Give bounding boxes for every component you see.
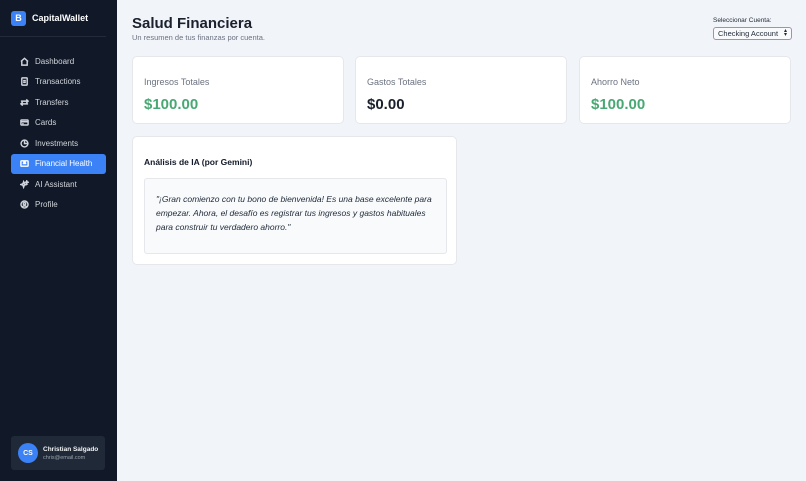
- stat-value: $100.00: [144, 96, 199, 113]
- sidebar-item-label: Investments: [35, 138, 79, 148]
- sidebar-item-financial-health[interactable]: Financial Health: [11, 153, 106, 174]
- stat-value: $100.00: [591, 96, 646, 113]
- brand-name: CapitalWallet: [32, 13, 89, 23]
- sidebar-item-transfers[interactable]: Transfers: [11, 92, 106, 112]
- stat-card-income: Ingresos Totales $100.00: [132, 56, 344, 124]
- account-select-value: Checking Account: [718, 29, 779, 38]
- user-info: Christian Salgado chris@email.com: [43, 446, 98, 461]
- stat-label: Ahorro Neto: [591, 77, 640, 87]
- sidebar-item-label: Cards: [35, 118, 57, 127]
- sidebar-item-label: Transactions: [35, 77, 81, 86]
- sparkles-icon: [19, 179, 29, 189]
- page-subtitle: Un resumen de tus finanzas por cuenta.: [132, 33, 265, 42]
- stat-value: $0.00: [367, 96, 405, 113]
- stat-card-net-savings: Ahorro Neto $100.00: [579, 56, 791, 124]
- user-name: Christian Salgado: [43, 445, 99, 453]
- sidebar-item-label: Financial Health: [35, 159, 93, 168]
- sidebar-nav: Dashboard Transactions Transfers Cards I…: [0, 51, 117, 215]
- brand[interactable]: B CapitalWallet: [0, 0, 106, 37]
- document-icon: [19, 77, 29, 87]
- stat-card-expenses: Gastos Totales $0.00: [355, 56, 567, 124]
- home-icon: [19, 56, 29, 66]
- sidebar-item-label: Transfers: [35, 97, 69, 107]
- sidebar-item-label: Profile: [35, 200, 58, 209]
- stat-label: Ingresos Totales: [144, 77, 210, 87]
- account-select[interactable]: Checking Account ▴ ▾: [713, 27, 792, 40]
- monitor-icon: [19, 159, 29, 169]
- main-content: Salud Financiera Un resumen de tus finan…: [117, 0, 806, 481]
- sidebar-item-label: AI Assistant: [35, 179, 77, 189]
- stat-label: Gastos Totales: [367, 77, 427, 87]
- ai-analysis-title: Análisis de IA (por Gemini): [144, 157, 253, 167]
- sidebar: B CapitalWallet Dashboard Transactions T…: [0, 0, 117, 481]
- sidebar-item-profile[interactable]: Profile: [11, 195, 106, 215]
- sidebar-item-transactions[interactable]: Transactions: [11, 72, 106, 92]
- credit-card-icon: [19, 118, 29, 128]
- sidebar-item-cards[interactable]: Cards: [11, 113, 106, 133]
- select-arrows-icon: ▴ ▾: [783, 28, 787, 38]
- brand-logo: B: [11, 10, 26, 26]
- user-card[interactable]: CS Christian Salgado chris@email.com: [11, 436, 105, 470]
- user-email: chris@email.com: [43, 454, 86, 461]
- sidebar-item-ai-assistant[interactable]: AI Assistant: [11, 174, 106, 194]
- page-title: Salud Financiera: [132, 15, 253, 32]
- sidebar-item-investments[interactable]: Investments: [11, 133, 106, 153]
- user-circle-icon: [19, 200, 29, 210]
- avatar: CS: [18, 443, 38, 463]
- sidebar-item-dashboard[interactable]: Dashboard: [11, 51, 106, 71]
- chart-pie-icon: [19, 138, 29, 148]
- account-select-label: Seleccionar Cuenta:: [713, 17, 772, 24]
- ai-analysis-card: Análisis de IA (por Gemini) "¡Gran comie…: [132, 136, 457, 265]
- arrows-swap-icon: [19, 97, 29, 107]
- sidebar-item-label: Dashboard: [35, 56, 75, 66]
- ai-analysis-message: "¡Gran comienzo con tu bono de bienvenid…: [144, 178, 447, 254]
